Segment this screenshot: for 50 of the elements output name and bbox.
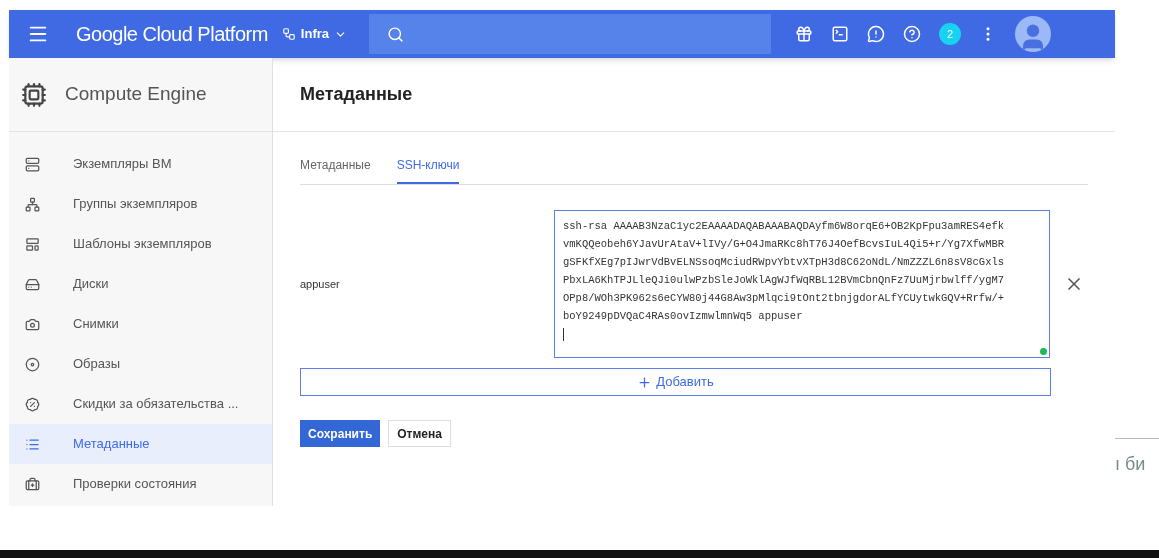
sidebar-item[interactable]: Диски bbox=[9, 264, 272, 304]
save-button[interactable]: Сохранить bbox=[300, 420, 381, 447]
sidebar-label: Экземпляры ВМ bbox=[73, 155, 172, 174]
add-button[interactable]: Добавить bbox=[300, 368, 1051, 396]
plus-icon bbox=[637, 374, 653, 390]
sidebar-item[interactable]: Группы экземпляров bbox=[9, 184, 272, 224]
tab[interactable]: SSH-ключи bbox=[396, 156, 460, 184]
help-icon[interactable] bbox=[903, 25, 921, 43]
sidebar-title: Compute Engine bbox=[65, 82, 207, 107]
sidebar-item[interactable]: Экземпляры ВМ bbox=[9, 144, 272, 184]
sidebar-label: Шаблоны экземпляров bbox=[73, 235, 212, 254]
cancel-button[interactable]: Отмена bbox=[388, 420, 451, 447]
feedback-icon[interactable] bbox=[867, 25, 885, 43]
disc-icon bbox=[25, 356, 40, 372]
sidebar-label: Диски bbox=[73, 275, 109, 294]
network-icon bbox=[25, 196, 40, 212]
brand-title: Google Cloud Platform bbox=[76, 22, 268, 47]
terminal-icon[interactable] bbox=[831, 25, 849, 43]
chip-icon bbox=[21, 81, 47, 108]
text-cursor bbox=[563, 328, 564, 341]
hard-drive-icon bbox=[25, 276, 40, 292]
avatar[interactable] bbox=[1015, 16, 1051, 52]
ssh-key-field[interactable]: ssh-rsa AAAAB3NzaC1yc2EAAAADAQABAAABAQDAyfm6W8orqE6+OB2KpFpu3amRES4efk vmKQQeobeh6YJavUrAtaV+lIVy/G+O4JmaRKc8hT76J4OefBcvsIuL4Qi5+r/Yg7XfwMBR gSFKfXEg7pIJwrVdBvELNSsoqMciudRWpvYbtvXTpH3d8C62oNdL/NmZZZL6n8sV8cGxls PbxLA6KhTPJLleQJi0ulwPzbSleJoWklAgWJfWqRBL12BVmCbnQnFz7UuMjrbwlff/ygM7 OPp8/WOh3PK962s6eCYW80j44G8Aw3pMlqci9tOnt2tbnjgdorALfYCUytwkGQV+Rrfw/+ boY9249pDVQaC4RAs0ovIzmwlmnWq5 appuser bbox=[554, 210, 1050, 358]
sidebar-item[interactable]: Проверки состояния bbox=[9, 464, 272, 504]
page-title: Метаданные bbox=[300, 83, 413, 106]
sidebar-label: Образы bbox=[73, 355, 121, 374]
project-icon bbox=[281, 27, 296, 41]
sidebar-item[interactable]: Образы bbox=[9, 344, 272, 384]
search-field[interactable] bbox=[369, 14, 771, 54]
username-label: appuser bbox=[300, 276, 341, 292]
sidebar-item[interactable]: Метаданные bbox=[9, 424, 272, 464]
percent-icon bbox=[25, 396, 40, 412]
tab[interactable]: Метаданные bbox=[300, 156, 371, 184]
background-text: ı би bbox=[1115, 454, 1146, 474]
sidebar-label: Группы экземпляров bbox=[73, 195, 198, 214]
sidebar-item[interactable]: Скидки за обязательства ... bbox=[9, 384, 272, 424]
camera-icon bbox=[25, 316, 40, 332]
gift-icon[interactable] bbox=[795, 25, 813, 43]
project-selector[interactable]: Infra bbox=[281, 24, 347, 44]
server-icon bbox=[25, 156, 40, 172]
search-icon bbox=[387, 25, 404, 43]
sidebar-label: Скидки за обязательства ... bbox=[73, 395, 239, 414]
sidebar-label: Снимки bbox=[73, 315, 119, 334]
list-icon bbox=[25, 436, 40, 452]
sidebar-label: Метаданные bbox=[73, 435, 150, 454]
medical-kit-icon bbox=[25, 476, 40, 492]
sidebar-item[interactable]: Снимки bbox=[9, 304, 272, 344]
template-icon bbox=[25, 236, 40, 252]
sidebar-item[interactable]: Шаблоны экземпляров bbox=[9, 224, 272, 264]
sidebar-label: Проверки состояния bbox=[73, 475, 197, 494]
